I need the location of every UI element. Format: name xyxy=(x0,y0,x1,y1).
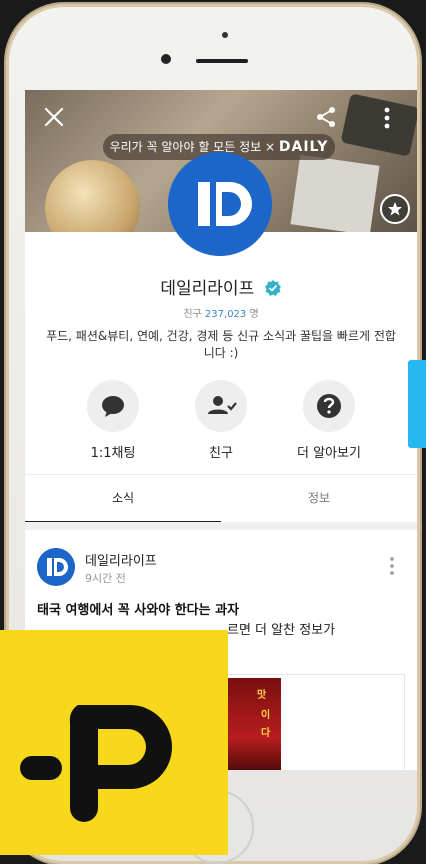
p-logo-icon xyxy=(20,705,172,822)
close-icon[interactable] xyxy=(43,106,65,128)
tab-info[interactable]: 정보 xyxy=(221,475,417,521)
phone-sensor xyxy=(222,32,228,38)
thumb-text-1: 맛 xyxy=(257,690,267,701)
friend-action-button[interactable]: 친구 xyxy=(171,380,271,461)
action-row: 1:1채팅 친구 더 알아보기 xyxy=(25,380,417,461)
tagline-brand: DAILY xyxy=(278,139,329,155)
favorite-star-button[interactable] xyxy=(380,194,410,224)
tab-news[interactable]: 소식 xyxy=(25,475,221,523)
more-menu-icon[interactable] xyxy=(383,106,391,130)
post-author-avatar[interactable] xyxy=(37,548,75,586)
channel-description: 푸드, 패션&뷰티, 연예, 건강, 경제 등 신규 소식과 꿀팁을 빠르게 전… xyxy=(46,329,396,360)
share-icon[interactable] xyxy=(315,106,337,128)
more-info-action-button[interactable]: 더 알아보기 xyxy=(279,380,379,461)
phone-speaker xyxy=(196,59,248,63)
channel-name-row: 데일리라이프 xyxy=(25,274,417,299)
post-author-name[interactable]: 데일리라이프 xyxy=(85,550,157,569)
post-body-text: 르면 더 알찬 정보가 xyxy=(227,623,336,638)
chat-action-circle xyxy=(87,380,139,432)
brand-logo-overlay xyxy=(0,630,228,855)
tagline-text: 우리가 꼭 알아야 할 모든 정보 × xyxy=(109,140,276,154)
post-more-icon[interactable] xyxy=(389,556,395,576)
paper-decoration xyxy=(290,154,380,232)
post-timestamp: 9시간 전 xyxy=(85,572,126,585)
chat-action-button[interactable]: 1:1채팅 xyxy=(63,380,163,461)
channel-name: 데일리라이프 xyxy=(160,279,255,299)
globe-decoration xyxy=(45,160,140,232)
person-check-icon xyxy=(208,396,237,414)
friend-count-label: 친구 xyxy=(183,309,202,320)
tab-bar: 소식 정보 xyxy=(25,474,417,523)
friend-action-label: 친구 xyxy=(209,446,233,461)
section-divider xyxy=(25,522,417,530)
star-icon xyxy=(388,202,402,216)
post-title[interactable]: 태국 여행에서 꼭 사와야 한다는 과자 xyxy=(37,602,407,620)
verified-badge-icon xyxy=(264,280,281,296)
front-camera xyxy=(161,54,171,64)
friend-count-value: 237,023 xyxy=(204,309,247,320)
friend-count: 친구 237,023 명 xyxy=(25,305,417,320)
chat-action-label: 1:1채팅 xyxy=(90,446,136,461)
post-thumbnail[interactable]: 맛 이 다 xyxy=(221,678,281,770)
chat-bubble-icon xyxy=(102,396,124,417)
side-accent-tab xyxy=(408,360,426,448)
thumb-text-3: 다 xyxy=(261,728,271,739)
more-info-action-circle xyxy=(303,380,355,432)
question-icon xyxy=(317,394,341,418)
thumb-text-2: 이 xyxy=(261,710,271,721)
friend-count-unit: 명 xyxy=(249,309,259,320)
channel-logo[interactable] xyxy=(168,152,272,256)
friend-action-circle xyxy=(195,380,247,432)
camera-decoration xyxy=(340,93,417,157)
more-info-action-label: 더 알아보기 xyxy=(297,446,361,461)
